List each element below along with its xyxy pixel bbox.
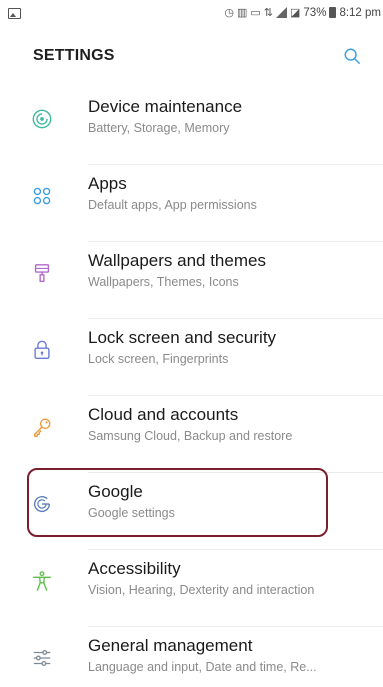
settings-item-wallpapers[interactable]: Wallpapers and themes Wallpapers, Themes…: [0, 242, 383, 319]
settings-item-cloud-accounts[interactable]: Cloud and accounts Samsung Cloud, Backup…: [0, 396, 383, 473]
signal-box-icon: ◪: [290, 7, 301, 19]
settings-list: Device maintenance Battery, Storage, Mem…: [0, 88, 383, 687]
apps-icon: [33, 187, 51, 205]
cast-icon: ▭: [250, 7, 261, 19]
app-bar: SETTINGS: [0, 30, 383, 88]
settings-item-google[interactable]: Google Google settings: [0, 473, 383, 550]
item-title: Wallpapers and themes: [88, 251, 266, 270]
battery-percent: 73%: [303, 6, 327, 19]
battery-icon: [329, 7, 337, 18]
page-title: SETTINGS: [33, 47, 115, 64]
device-maintenance-icon: [32, 109, 52, 129]
status-icons: ◷ ▥ ▭ ⇅ ◪ 73% 8:12 pm: [224, 6, 381, 20]
item-title: Cloud and accounts: [88, 405, 239, 424]
volte-icon: ▥: [236, 7, 248, 19]
settings-item-apps[interactable]: Apps Default apps, App permissions: [0, 165, 383, 242]
settings-item-device-maintenance[interactable]: Device maintenance Battery, Storage, Mem…: [0, 88, 383, 165]
item-subtitle: Vision, Hearing, Dexterity and interacti…: [88, 583, 315, 597]
item-subtitle: Google settings: [88, 506, 175, 520]
status-bar: ◷ ▥ ▭ ⇅ ◪ 73% 8:12 pm: [0, 0, 383, 30]
sliders-icon: [33, 650, 51, 666]
item-title: Apps: [88, 174, 127, 193]
item-title: General management: [88, 636, 253, 655]
item-subtitle: Battery, Storage, Memory: [88, 121, 230, 135]
item-title: Lock screen and security: [88, 328, 277, 347]
item-title: Google: [88, 482, 143, 501]
alarm-icon: ◷: [224, 7, 234, 19]
item-title: Device maintenance: [88, 97, 243, 116]
item-subtitle: Lock screen, Fingerprints: [88, 352, 229, 366]
google-icon: [34, 496, 51, 513]
settings-screen: ◷ ▥ ▭ ⇅ ◪ 73% 8:12 pm SETTINGS Device ma…: [0, 0, 383, 687]
accessibility-icon: [33, 571, 51, 591]
key-icon: [33, 418, 51, 437]
settings-item-general-management[interactable]: General management Language and input, D…: [0, 627, 383, 687]
item-title: Accessibility: [88, 559, 181, 578]
image-icon: [8, 8, 21, 19]
item-subtitle: Language and input, Date and time, Re...: [88, 660, 317, 674]
paintbrush-icon: [34, 264, 50, 282]
item-subtitle: Samsung Cloud, Backup and restore: [88, 429, 293, 443]
search-icon[interactable]: [343, 47, 361, 65]
settings-item-accessibility[interactable]: Accessibility Vision, Hearing, Dexterity…: [0, 550, 383, 627]
settings-item-lock-screen[interactable]: Lock screen and security Lock screen, Fi…: [0, 319, 383, 396]
item-subtitle: Default apps, App permissions: [88, 198, 257, 212]
clock: 8:12 pm: [339, 6, 381, 19]
item-subtitle: Wallpapers, Themes, Icons: [88, 275, 239, 289]
signal-icon: [276, 7, 287, 18]
lte-icon: ⇅: [263, 7, 273, 19]
lock-icon: [34, 340, 50, 359]
